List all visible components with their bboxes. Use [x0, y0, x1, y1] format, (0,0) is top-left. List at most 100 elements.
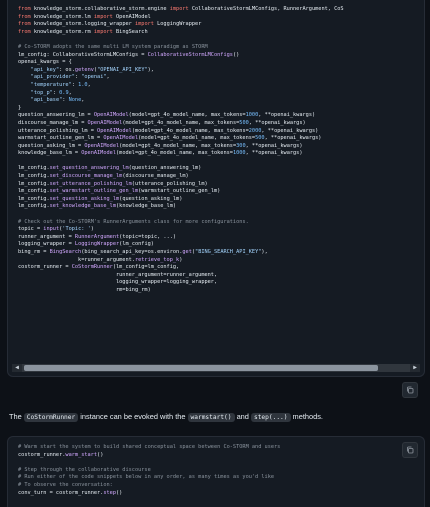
code-token: , **openai_kwargs) — [248, 119, 306, 126]
code-token: OpenAIModel — [84, 142, 120, 149]
code-token: (model=gpt_4o_model_name, max_tokens= — [116, 150, 233, 157]
scroll-left-arrow-icon[interactable]: ◀ — [12, 364, 22, 372]
code-line: # Co-STORM adopts the same multi LM syst… — [18, 44, 344, 52]
code-token: retrieve_top_k — [134, 256, 180, 263]
copy-code-button[interactable] — [402, 442, 418, 458]
code-token: set_question_asking_lm — [49, 195, 120, 202]
code-token: , **openai_kwargs) — [264, 135, 322, 142]
code-line: lm_config.set_discourse_manage_lm(discou… — [18, 173, 344, 181]
code-token: (lm_config=lm_config, — [112, 264, 180, 271]
code-line: # Check out the Co-STORM's RunnerArgumen… — [18, 219, 344, 227]
code-line: openai_kwargs = { — [18, 59, 344, 67]
code-token: "api_base" — [30, 97, 63, 104]
code-token: CoStormRunner — [71, 264, 113, 271]
code-token: # Check out the Co-STORM's RunnerArgumen… — [18, 218, 249, 225]
code-line: k=runner_argument.retrieve_top_k) — [18, 257, 344, 265]
code-line: "api_key": os.getenv("OPENAI_API_KEY"), — [18, 67, 344, 75]
code-line: "temperature": 1.0, — [18, 82, 344, 90]
inline-code-runner: CoStormRunner — [23, 413, 79, 422]
code-token: (question_asking_lm) — [119, 195, 183, 202]
code-token: (bing_search_api_key=os.environ. — [81, 249, 183, 255]
scrollbar-thumb[interactable] — [24, 365, 378, 371]
code-line: rm=bing_rm) — [18, 287, 344, 295]
code-token: runner_argument = — [18, 233, 75, 240]
code-token: knowledge_storm.rm — [30, 28, 94, 35]
code-content: from knowledge_storm.collaborative_storm… — [18, 6, 344, 295]
code-token: 1000 — [232, 150, 246, 157]
code-token: , — [68, 89, 72, 96]
code-token: get — [182, 249, 192, 255]
code-token: lm_config. — [18, 188, 50, 195]
code-token: "api_key" — [30, 66, 60, 73]
code-token: } — [18, 104, 22, 111]
code-line: lm_config.set_warmstart_outline_gen_lm(w… — [18, 188, 344, 196]
code-token: 1000 — [245, 112, 259, 119]
code-token: step — [103, 489, 116, 496]
code-token: BingSearch — [112, 28, 148, 35]
code-line: runner_argument = RunnerArgument(topic=t… — [18, 234, 344, 242]
code-token: import — [93, 13, 113, 20]
code-line: "api_base": None, — [18, 97, 344, 105]
code-token: logging_wrapper = — [18, 241, 75, 248]
code-token: set_warmstart_outline_gen_lm — [49, 188, 139, 195]
code-line: "api_provider": "openai", — [18, 74, 344, 82]
code-token: set_discourse_manage_lm — [49, 173, 123, 180]
code-token: warm_start — [65, 451, 98, 458]
code-line: # Warm start the system to build shared … — [18, 444, 280, 452]
code-token: set_question_answering_lm — [49, 165, 129, 172]
code-token: openai_kwargs = { — [18, 59, 72, 66]
code-token: None — [68, 97, 82, 104]
code-token: 300 — [236, 142, 246, 149]
code-token: # Run either of the code snippets below … — [18, 474, 275, 481]
horizontal-scrollbar[interactable]: ◀ ▶ — [12, 364, 420, 372]
code-token: # Step through the collaborative discour… — [18, 466, 151, 473]
code-token: 500 — [239, 119, 249, 126]
code-token: costorm_runner = — [18, 264, 72, 271]
code-token: "BING_SEARCH_API_KEY" — [195, 249, 262, 255]
code-token: RunnerArgument — [74, 233, 120, 240]
code-token: : os. — [59, 66, 75, 73]
code-token: OpenAIModel — [97, 127, 132, 134]
code-token: input — [43, 226, 60, 233]
code-token: lm_config. — [18, 195, 50, 202]
code-token: "api_provider" — [30, 74, 75, 81]
code-token: 500 — [255, 135, 265, 142]
copy-icon — [407, 446, 414, 454]
code-token: logging_wrapper=logging_wrapper, — [18, 279, 218, 286]
code-token: (model=gpt_4o_model_name, max_tokens= — [128, 112, 246, 119]
code-token: costorm_runner. — [18, 451, 66, 458]
code-token: , **openai_kwargs) — [245, 150, 303, 157]
code-token: (model=gpt_4o_model_name, max_tokens= — [131, 127, 249, 134]
code-token: OpenAIModel — [81, 150, 116, 157]
copy-code-button[interactable] — [402, 382, 418, 398]
prose-text: instance can be evoked with the — [78, 412, 188, 421]
code-line: runner_argument=runner_argument, — [18, 272, 344, 280]
code-token: (model=gpt_4o_model_name, max_tokens= — [138, 135, 256, 142]
code-token: knowledge_storm.logging_wrapper — [30, 21, 135, 28]
code-token: OpenAIModel — [87, 119, 123, 126]
code-token: set_knowledge_base_lm — [49, 203, 116, 210]
readme-page: from knowledge_storm.collaborative_storm… — [0, 0, 430, 507]
code-token: OpenAIModel — [103, 135, 139, 142]
code-block-setup: from knowledge_storm.collaborative_storm… — [7, 0, 425, 377]
code-token: knowledge_base_lm = — [18, 150, 82, 157]
code-token: (lm_config) — [119, 241, 154, 248]
code-token: ) — [90, 226, 94, 233]
code-token: question_answering_lm = — [18, 112, 94, 119]
code-token: from — [18, 28, 31, 35]
code-token: CollaborativeStormLMConfigs, RunnerArgum… — [188, 6, 344, 12]
code-line: knowledge_base_lm = OpenAIModel(model=gp… — [18, 150, 344, 158]
code-token: k=runner_argument. — [18, 256, 135, 263]
code-line: utterance_polishing_lm = OpenAIModel(mod… — [18, 128, 344, 136]
code-line: lm_config: CollaborativeStormLMConfigs =… — [18, 52, 344, 60]
code-token: 0.9 — [59, 89, 69, 96]
code-token: "openai" — [81, 74, 107, 81]
scroll-right-arrow-icon[interactable]: ▶ — [410, 364, 420, 372]
code-line: from knowledge_storm.logging_wrapper imp… — [18, 21, 344, 29]
code-line: # Run either of the code snippets below … — [18, 474, 280, 482]
code-line: bing_rm = BingSearch(bing_search_api_key… — [18, 249, 344, 257]
